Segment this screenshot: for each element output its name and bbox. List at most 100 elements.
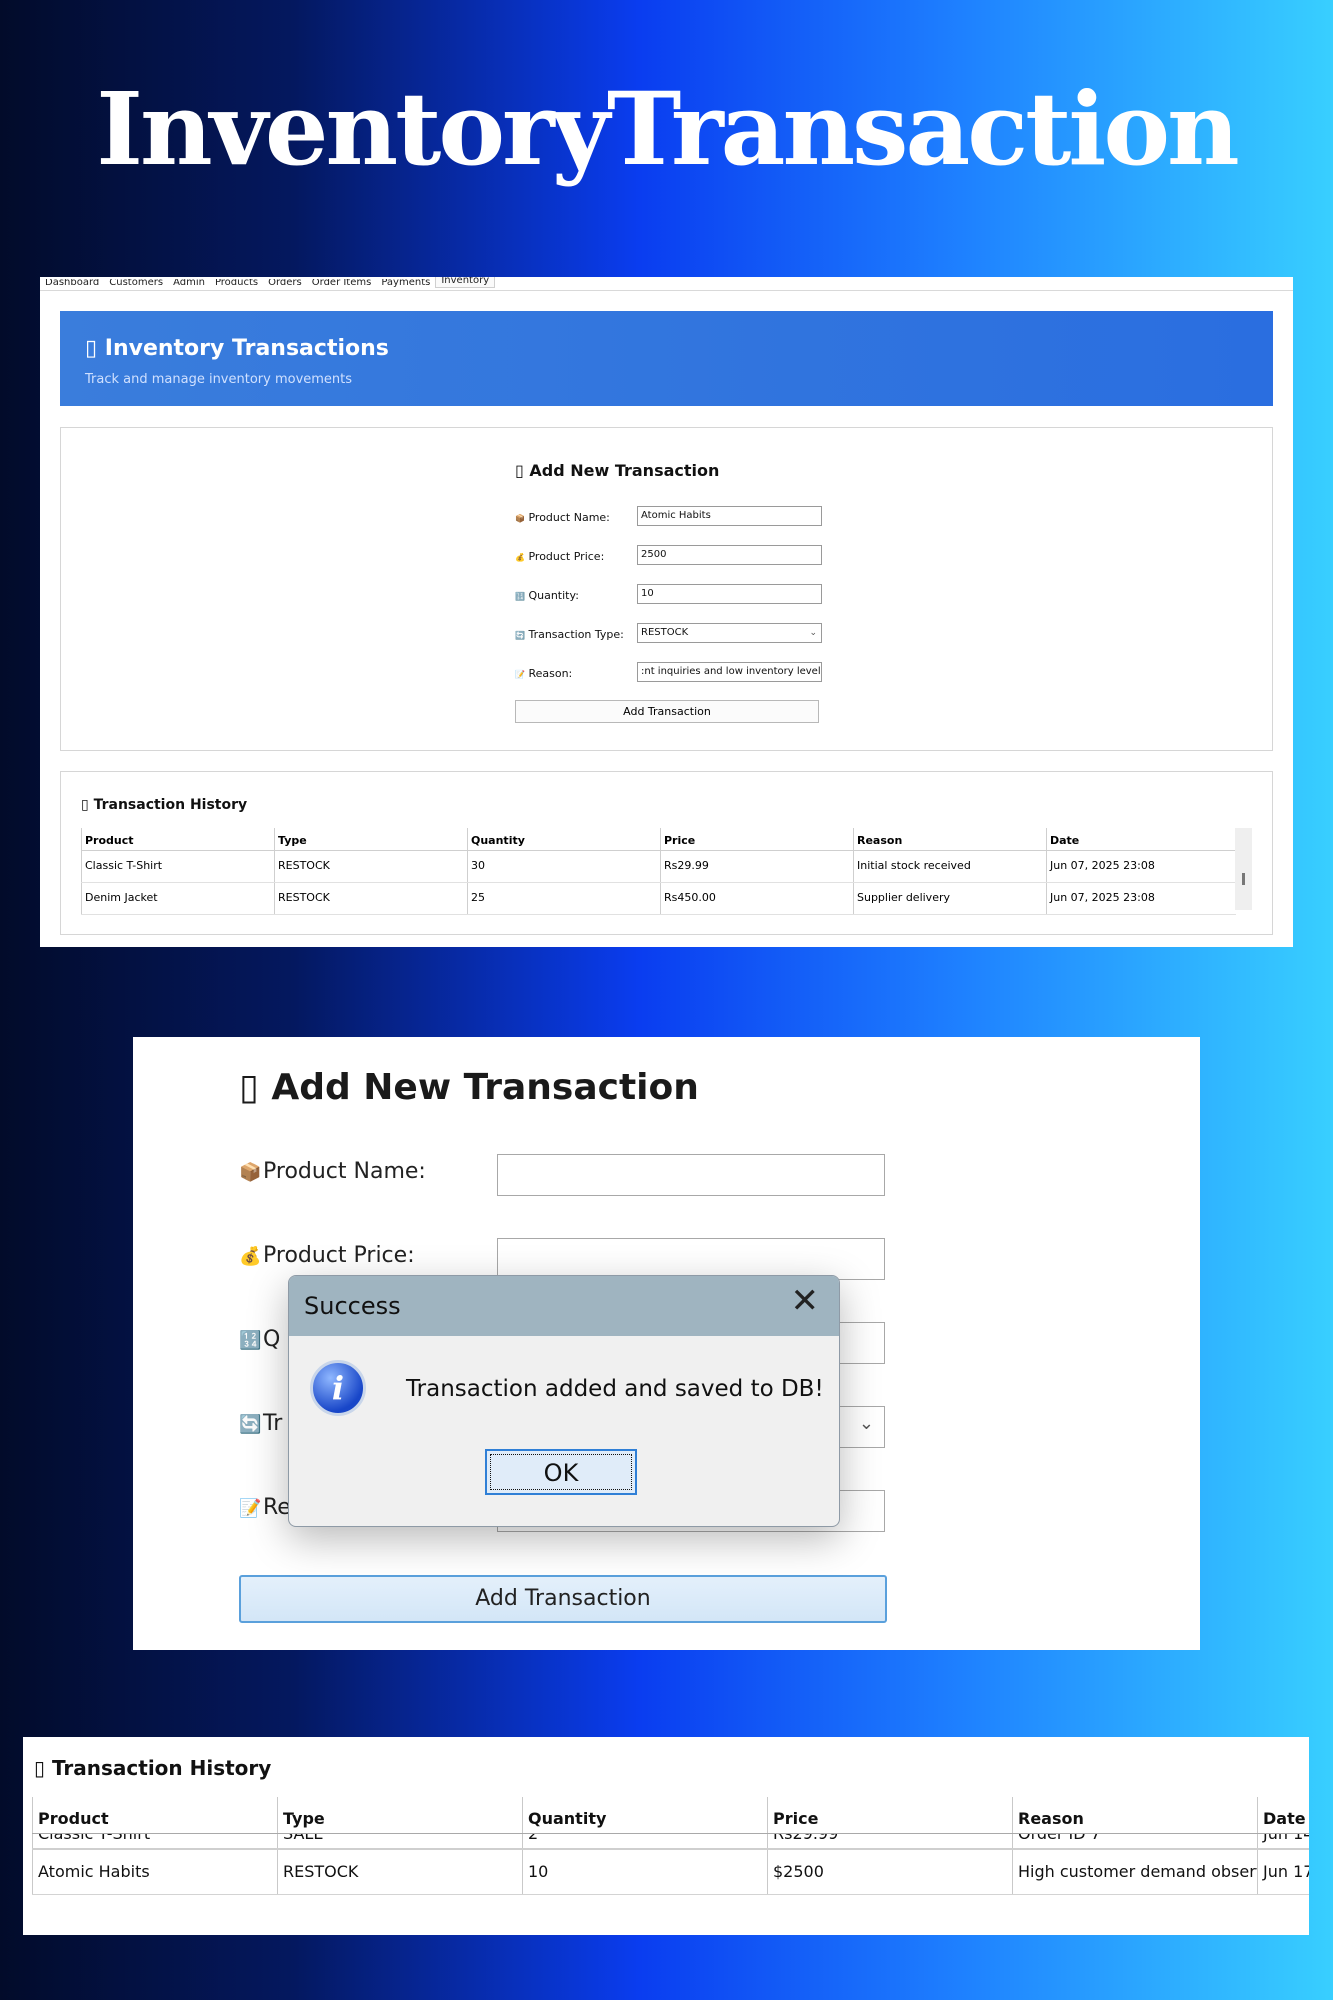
memo-icon: 📝: [515, 670, 525, 679]
cell-quantity: 30: [467, 850, 661, 883]
column-header-type[interactable]: Type: [277, 1797, 522, 1833]
tab-bar: Dashboard Customers Admin Products Orders Ord…: [40, 277, 1293, 291]
zoom-add-transaction-button[interactable]: Add Transaction: [239, 1575, 887, 1623]
ok-button-label: OK: [490, 1454, 632, 1490]
table-header-row: Product Type Quantity Price Reason Date: [81, 828, 1236, 851]
tab-orders[interactable]: Orders: [263, 279, 307, 288]
numbers-icon: 🔢: [515, 592, 525, 601]
table-row[interactable]: Denim Jacket RESTOCK 25 Rs450.00 Supplie…: [81, 882, 1236, 915]
zoom-product-name-input[interactable]: [497, 1154, 885, 1196]
product-price-input[interactable]: 2500: [637, 545, 822, 565]
history-title: ▯ Transaction History: [81, 797, 248, 813]
zoom-product-price-label: Product Price:: [263, 1243, 415, 1268]
add-transaction-button[interactable]: Add Transaction: [515, 700, 819, 723]
tab-order-items[interactable]: Order Items: [307, 279, 377, 288]
zoom-form-title: ▯ Add New Transaction: [239, 1067, 699, 1108]
cell-product: Atomic Habits: [32, 1850, 277, 1894]
numbers-icon: 🔢: [239, 1330, 262, 1351]
zoom-reason-label: Re: [263, 1495, 291, 1520]
tab-customers[interactable]: Customers: [104, 279, 168, 288]
zoom-product-price-input[interactable]: [497, 1238, 885, 1280]
quantity-label: Quantity:: [528, 589, 579, 602]
refresh-icon: 🔄: [239, 1414, 262, 1435]
info-icon: i: [310, 1360, 366, 1416]
inventory-header-banner: ▯ Inventory Transactions Track and manag…: [60, 311, 1273, 406]
dialog-message: Transaction added and saved to DB!: [406, 1376, 824, 1402]
cell-date: Jun 14,: [1257, 1834, 1309, 1848]
page-title: InventoryTransaction: [96, 70, 1240, 188]
quantity-input[interactable]: 10: [637, 584, 822, 604]
table-scrollbar[interactable]: [1235, 828, 1252, 910]
tab-inventory[interactable]: Inventory: [435, 277, 496, 288]
table-header-row: Product Type Quantity Price Reason Date: [32, 1797, 1309, 1834]
scrollbar-thumb[interactable]: [1242, 873, 1245, 885]
cell-reason: Order ID 7: [1012, 1834, 1257, 1848]
cell-price: Rs29.99: [767, 1834, 1012, 1848]
tab-dashboard[interactable]: Dashboard: [40, 279, 104, 288]
zoom-quantity-label: Q: [263, 1327, 281, 1352]
column-header-product[interactable]: Product: [81, 828, 275, 851]
cell-reason: High customer demand observe...: [1012, 1850, 1257, 1894]
zoom-quantity-row: 🔢Q: [239, 1327, 280, 1352]
header-title: ▯ Inventory Transactions: [85, 336, 389, 361]
table-row[interactable]: Atomic Habits RESTOCK 10 $2500 High cust…: [32, 1850, 1309, 1895]
cell-type: RESTOCK: [274, 882, 468, 915]
app-window-overview: Dashboard Customers Admin Products Orders Ord…: [40, 277, 1293, 947]
reason-label: Reason:: [528, 667, 573, 680]
cell-product: Denim Jacket: [81, 882, 275, 915]
column-header-date[interactable]: Date: [1257, 1797, 1309, 1833]
product-name-input[interactable]: Atomic Habits: [637, 506, 822, 526]
transaction-type-value: RESTOCK: [641, 627, 689, 638]
chevron-down-icon: ⌄: [809, 628, 817, 638]
cell-date: Jun 07, 2025 23:08: [1046, 882, 1236, 915]
column-header-type[interactable]: Type: [274, 828, 468, 851]
cell-price: $2500: [767, 1850, 1012, 1894]
column-header-product[interactable]: Product: [32, 1797, 277, 1833]
zoom-product-name-row: 📦Product Name:: [239, 1159, 426, 1184]
zoom-history-table: Product Type Quantity Price Reason Date …: [32, 1797, 1309, 1895]
zoom-transaction-type-row: 🔄Tr: [239, 1411, 282, 1436]
column-header-price[interactable]: Price: [767, 1797, 1012, 1833]
cell-price: Rs450.00: [660, 882, 854, 915]
header-subtitle: Track and manage inventory movements: [85, 372, 353, 387]
column-header-price[interactable]: Price: [660, 828, 854, 851]
close-icon[interactable]: ✕: [791, 1284, 820, 1318]
cell-type: RESTOCK: [274, 850, 468, 883]
product-name-label: Product Name:: [528, 511, 610, 524]
column-header-quantity[interactable]: Quantity: [467, 828, 661, 851]
cell-type: SALE: [277, 1834, 522, 1848]
cell-reason: Supplier delivery: [853, 882, 1047, 915]
cell-product: Classic T-Shirt: [32, 1834, 277, 1848]
table-row[interactable]: Classic T-Shirt RESTOCK 30 Rs29.99 Initi…: [81, 850, 1236, 883]
column-header-reason[interactable]: Reason: [1012, 1797, 1257, 1833]
zoomed-form-with-dialog: ▯ Add New Transaction 📦Product Name: 💰Pr…: [133, 1037, 1200, 1650]
money-bag-icon: 💰: [239, 1246, 262, 1267]
form-title: ▯ Add New Transaction: [515, 461, 720, 480]
table-row-partial[interactable]: Classic T-Shirt SALE 2 Rs29.99 Order ID …: [32, 1834, 1309, 1850]
column-header-quantity[interactable]: Quantity: [522, 1797, 767, 1833]
ok-button[interactable]: OK: [485, 1449, 637, 1495]
box-icon: 📦: [239, 1162, 262, 1183]
refresh-icon: 🔄: [515, 631, 525, 640]
dialog-titlebar: Success ✕: [289, 1276, 839, 1336]
cell-type: RESTOCK: [277, 1850, 522, 1894]
product-price-label: Product Price:: [528, 550, 605, 563]
tab-products[interactable]: Products: [210, 279, 263, 288]
transaction-type-label: Transaction Type:: [528, 628, 624, 641]
dialog-title: Success: [304, 1292, 401, 1320]
transaction-history-card: ▯ Transaction History Product Type Quant…: [60, 771, 1273, 935]
zoom-transaction-type-label: Tr: [263, 1411, 283, 1436]
tab-admin[interactable]: Admin: [168, 279, 210, 288]
column-header-reason[interactable]: Reason: [853, 828, 1047, 851]
cell-quantity: 10: [522, 1850, 767, 1894]
transaction-type-select[interactable]: RESTOCK ⌄: [637, 623, 822, 643]
zoom-product-name-label: Product Name:: [263, 1159, 426, 1184]
cell-reason: Initial stock received: [853, 850, 1047, 883]
cell-date: Jun 17,: [1257, 1850, 1309, 1894]
success-dialog: Success ✕ i Transaction added and saved …: [288, 1275, 840, 1527]
column-header-date[interactable]: Date: [1046, 828, 1236, 851]
money-bag-icon: 💰: [515, 553, 525, 562]
tab-payments[interactable]: Payments: [376, 279, 435, 288]
reason-input[interactable]: :nt inquiries and low inventory levels: [637, 662, 822, 682]
history-table: Product Type Quantity Price Reason Date …: [81, 828, 1236, 915]
